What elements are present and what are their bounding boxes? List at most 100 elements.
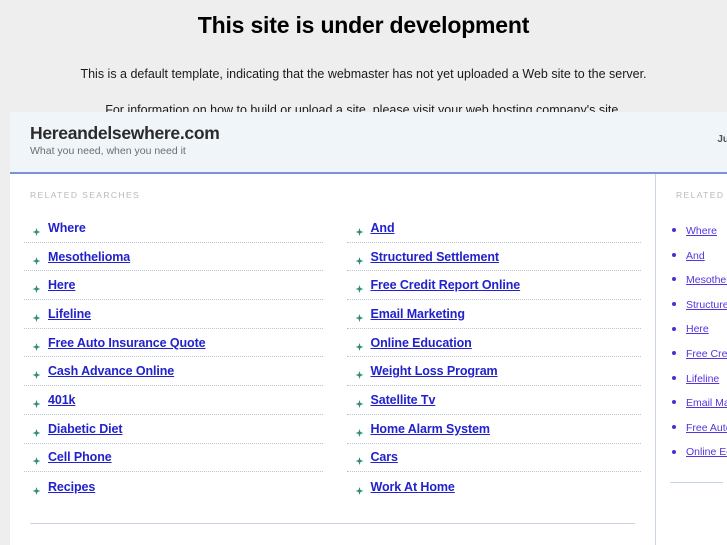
page-title: This site is under development xyxy=(197,12,530,38)
related-search-link[interactable]: Diabetic Diet xyxy=(48,422,123,436)
main-column: RELATED SEARCHES Where Mesothelioma Here Li… xyxy=(10,174,655,545)
related-search-link[interactable]: Here xyxy=(48,278,76,292)
related-search-row[interactable]: Here xyxy=(24,271,323,301)
related-search-row[interactable]: Home Alarm System xyxy=(346,415,641,444)
related-search-row[interactable]: Mesothelioma xyxy=(24,243,323,272)
dot-bullet-icon xyxy=(672,425,676,430)
sidebar-link[interactable]: Structured Settlement xyxy=(686,299,727,311)
related-search-link[interactable]: Where xyxy=(48,221,86,235)
related-search-link[interactable]: Structured Settlement xyxy=(371,250,500,264)
arrow-bullet-icon xyxy=(32,281,41,294)
related-search-row[interactable]: Free Auto Insurance Quote xyxy=(24,329,323,358)
arrow-bullet-icon xyxy=(355,424,364,437)
parked-domain-frame: Hereandelsewhere.com What you need, when… xyxy=(10,112,727,545)
related-search-row[interactable]: Where xyxy=(24,214,323,243)
related-search-row[interactable]: Satellite Tv xyxy=(346,386,641,415)
arrow-bullet-icon xyxy=(32,424,41,437)
related-search-link[interactable]: And xyxy=(371,221,395,235)
related-search-link[interactable]: Cell Phone xyxy=(48,450,112,464)
related-search-link[interactable]: Recipes xyxy=(48,480,95,494)
arrow-bullet-icon xyxy=(32,482,41,495)
sidebar-column: RELATED SEARCHES Where And Mesothelioma Str… xyxy=(655,174,727,545)
sidebar-link[interactable]: Online Education xyxy=(686,446,727,458)
sidebar-list-item[interactable]: Here xyxy=(670,316,727,341)
arrow-bullet-icon xyxy=(32,252,41,265)
arrow-bullet-icon xyxy=(355,482,364,495)
frame-body: RELATED SEARCHES Where Mesothelioma Here Li… xyxy=(10,174,727,545)
page-paragraph-1: This is a default template, indicating t… xyxy=(80,67,647,81)
related-search-link[interactable]: Satellite Tv xyxy=(371,393,436,407)
arrow-bullet-icon xyxy=(32,367,41,380)
related-search-row[interactable]: And xyxy=(346,214,641,243)
sidebar-list-item[interactable]: And xyxy=(670,243,727,268)
dot-bullet-icon xyxy=(672,375,676,380)
arrow-bullet-icon xyxy=(355,395,364,408)
related-search-row[interactable]: Cell Phone xyxy=(24,444,323,473)
sidebar-link[interactable]: Where xyxy=(686,225,717,237)
related-search-row[interactable]: Weight Loss Program xyxy=(346,357,641,387)
arrow-bullet-icon xyxy=(32,309,41,322)
related-search-row[interactable]: Online Education xyxy=(346,329,641,358)
sidebar-link[interactable]: Here xyxy=(686,323,709,335)
arrow-bullet-icon xyxy=(355,367,364,380)
related-search-row[interactable]: Lifeline xyxy=(24,300,323,329)
related-search-row[interactable]: Structured Settlement xyxy=(346,243,641,272)
related-search-link[interactable]: Cash Advance Online xyxy=(48,364,174,378)
related-search-row[interactable]: Recipes xyxy=(24,472,323,501)
arrow-bullet-icon xyxy=(355,223,364,236)
related-searches-column-right: And Structured Settlement Free Credit Repo… xyxy=(333,214,642,501)
related-search-link[interactable]: 401k xyxy=(48,393,76,407)
sidebar-list: Where And Mesothelioma Structured Settlemen… xyxy=(670,218,727,464)
sidebar-list-item[interactable]: Where xyxy=(670,218,727,243)
sidebar-link[interactable]: Email Marketing xyxy=(686,397,727,409)
dot-bullet-icon xyxy=(672,449,676,454)
related-search-row[interactable]: 401k xyxy=(24,386,323,415)
related-search-row[interactable]: Work At Home xyxy=(347,472,642,501)
sidebar-related-searches-label: RELATED SEARCHES xyxy=(676,190,727,200)
related-search-link[interactable]: Weight Loss Program xyxy=(371,364,498,378)
brand-title: Hereandelsewhere.com xyxy=(30,123,220,143)
dot-bullet-icon xyxy=(672,351,676,356)
sidebar-list-item[interactable]: Free Credit Report Online xyxy=(670,341,727,366)
dot-bullet-icon xyxy=(672,326,676,331)
related-search-link[interactable]: Work At Home xyxy=(371,480,455,494)
dot-bullet-icon xyxy=(672,400,676,405)
brand-tagline: What you need, when you need it xyxy=(30,145,186,158)
related-search-link[interactable]: Lifeline xyxy=(48,307,91,321)
arrow-bullet-icon xyxy=(355,281,364,294)
sidebar-link[interactable]: Free Auto Insurance Quote xyxy=(686,422,727,434)
related-search-link[interactable]: Home Alarm System xyxy=(371,422,491,436)
arrow-bullet-icon xyxy=(32,338,41,351)
related-search-row[interactable]: Cars xyxy=(346,444,641,473)
arrow-bullet-icon xyxy=(32,453,41,466)
sidebar-link[interactable]: And xyxy=(686,250,705,262)
related-search-row[interactable]: Free Credit Report Online xyxy=(346,271,641,301)
related-search-link[interactable]: Email Marketing xyxy=(371,307,465,321)
header-right-label[interactable]: Ju xyxy=(717,134,727,145)
related-search-link[interactable]: Mesothelioma xyxy=(48,250,130,264)
sidebar-link[interactable]: Mesothelioma xyxy=(686,274,727,286)
related-search-link[interactable]: Online Education xyxy=(371,336,472,350)
related-searches-column-left: Where Mesothelioma Here Lifeline Free Auto I… xyxy=(24,214,333,501)
sidebar-list-item[interactable]: Mesothelioma xyxy=(670,267,727,292)
arrow-bullet-icon xyxy=(355,338,364,351)
arrow-bullet-icon xyxy=(32,395,41,408)
related-search-link[interactable]: Free Credit Report Online xyxy=(371,278,521,292)
main-bottom-divider xyxy=(30,522,635,524)
sidebar-list-item[interactable]: Structured Settlement xyxy=(670,292,727,317)
dot-bullet-icon xyxy=(672,228,676,233)
related-search-row[interactable]: Diabetic Diet xyxy=(24,415,323,444)
related-search-row[interactable]: Email Marketing xyxy=(346,300,641,329)
related-search-link[interactable]: Cars xyxy=(371,450,399,464)
sidebar-link[interactable]: Lifeline xyxy=(686,373,719,385)
default-template-page: This site is under development This is a… xyxy=(0,0,727,545)
sidebar-link[interactable]: Free Credit Report Online xyxy=(686,348,727,360)
related-search-link[interactable]: Free Auto Insurance Quote xyxy=(48,336,206,350)
sidebar-list-item[interactable]: Online Education xyxy=(670,439,727,464)
sidebar-list-item[interactable]: Lifeline xyxy=(670,366,727,391)
arrow-bullet-icon xyxy=(32,223,41,236)
dot-bullet-icon xyxy=(672,302,676,307)
related-search-row[interactable]: Cash Advance Online xyxy=(24,357,323,387)
sidebar-list-item[interactable]: Email Marketing xyxy=(670,390,727,415)
sidebar-list-item[interactable]: Free Auto Insurance Quote xyxy=(670,415,727,440)
